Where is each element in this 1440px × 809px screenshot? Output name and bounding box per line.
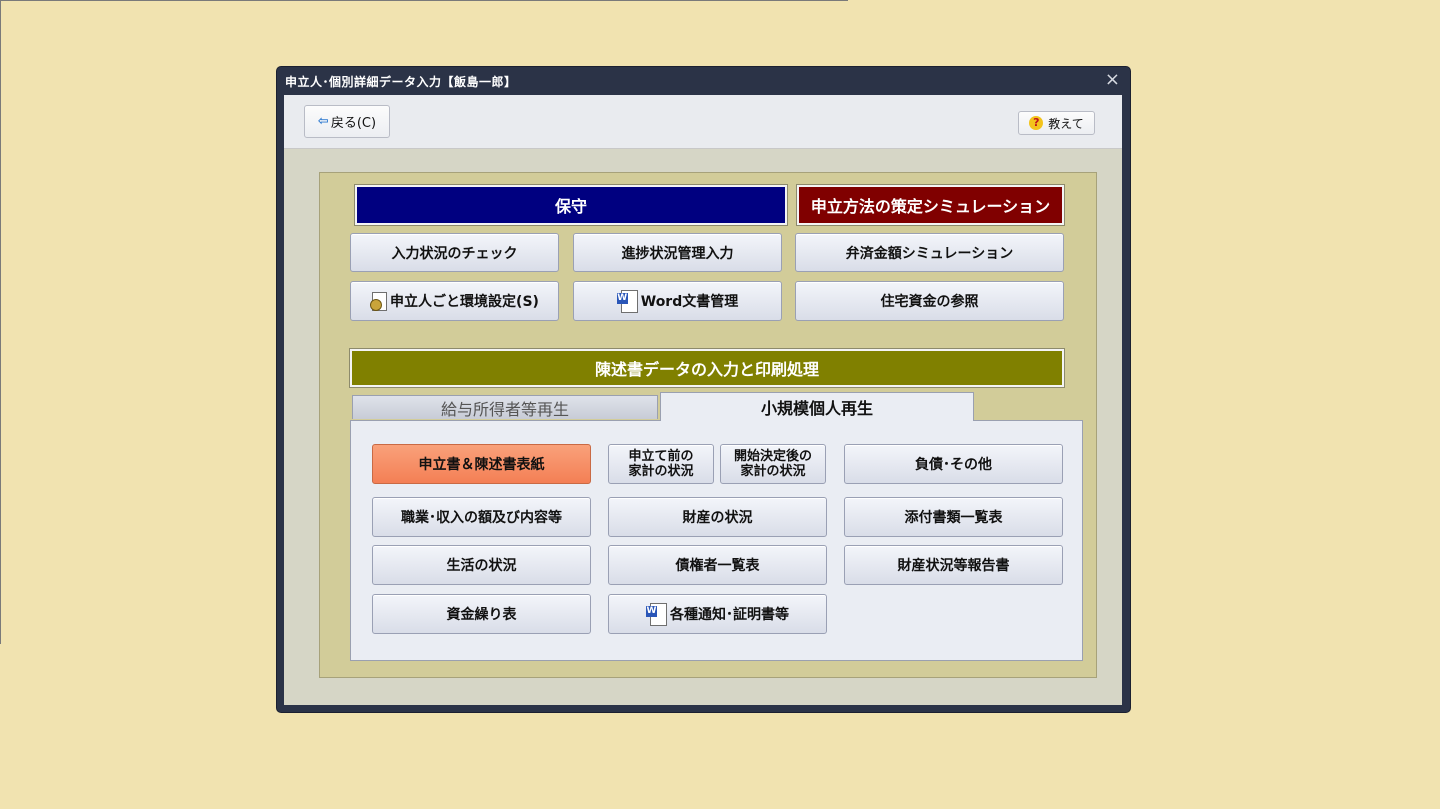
- pre-filing-household-line2: 家計の状況: [628, 464, 694, 479]
- input-check-button[interactable]: 入力状況のチェック: [350, 233, 559, 272]
- client-area: ⇦ 戻る(C) ? 教えて 保守 申立方法の策定シミュレーション 入力状況のチェ…: [284, 95, 1122, 705]
- word-doc-icon: W: [616, 290, 638, 313]
- close-icon[interactable]: ×: [1105, 69, 1120, 90]
- main-panel: 保守 申立方法の策定シミュレーション 入力状況のチェック 進捗状況管理入力 弁済…: [319, 172, 1097, 678]
- back-button[interactable]: ⇦ 戻る(C): [304, 105, 390, 138]
- debts-other-button[interactable]: 負債･その他: [844, 444, 1063, 484]
- repayment-simulation-button[interactable]: 弁済金額シミュレーション: [795, 233, 1064, 272]
- env-settings-label: 申立人ごと環境設定(S): [390, 294, 539, 310]
- post-commencement-household-line2: 家計の状況: [740, 464, 806, 479]
- tab-strip: 給与所得者等再生 小規模個人再生: [350, 392, 1050, 421]
- progress-input-button[interactable]: 進捗状況管理入力: [573, 233, 782, 272]
- question-icon: ?: [1029, 116, 1044, 130]
- assets-status-button[interactable]: 財産の状況: [608, 497, 827, 537]
- attachments-list-button[interactable]: 添付書類一覧表: [844, 497, 1063, 537]
- toolbar: ⇦ 戻る(C) ? 教えて: [284, 95, 1122, 149]
- notices-certificates-label: 各種通知･証明書等: [670, 607, 789, 623]
- word-docs-button[interactable]: W Word文書管理: [573, 281, 782, 321]
- pre-filing-household-line1: 申立て前の: [628, 449, 694, 464]
- dialog-window: 申立人･個別詳細データ入力【飯島一郎】 × ⇦ 戻る(C) ? 教えて 保守 申…: [277, 67, 1130, 712]
- tab-content: 申立書＆陳述書表紙 申立て前の 家計の状況 開始決定後の 家計の状況 負債･その…: [350, 420, 1083, 661]
- window-title: 申立人･個別詳細データ入力【飯島一郎】: [285, 75, 517, 89]
- notices-certificates-button[interactable]: W 各種通知･証明書等: [608, 594, 827, 634]
- cashflow-table-button[interactable]: 資金繰り表: [372, 594, 591, 634]
- help-button[interactable]: ? 教えて: [1018, 111, 1095, 135]
- post-commencement-household-button[interactable]: 開始決定後の 家計の状況: [720, 444, 826, 484]
- tab-small-scale-rehab[interactable]: 小規模個人再生: [660, 392, 974, 421]
- housing-fund-button[interactable]: 住宅資金の参照: [795, 281, 1064, 321]
- pre-filing-household-button[interactable]: 申立て前の 家計の状況: [608, 444, 714, 484]
- word-docs-label: Word文書管理: [640, 294, 739, 310]
- asset-report-button[interactable]: 財産状況等報告書: [844, 545, 1063, 585]
- screen-edge-top: [0, 0, 848, 1]
- screen-edge-left: [0, 0, 1, 644]
- post-commencement-household-line1: 開始決定後の: [733, 449, 812, 464]
- occupation-income-button[interactable]: 職業･収入の額及び内容等: [372, 497, 591, 537]
- tab-salaried-rehab[interactable]: 給与所得者等再生: [352, 395, 658, 419]
- cover-sheet-button[interactable]: 申立書＆陳述書表紙: [372, 444, 591, 484]
- statement-header: 陳述書データの入力と印刷処理: [349, 348, 1065, 388]
- settings-doc-icon: [370, 292, 388, 311]
- creditors-list-button[interactable]: 債権者一覧表: [608, 545, 827, 585]
- arrow-left-icon: ⇦: [317, 114, 329, 129]
- maintenance-header: 保守: [354, 184, 788, 226]
- living-status-button[interactable]: 生活の状況: [372, 545, 591, 585]
- word-doc-icon: W: [646, 603, 667, 626]
- env-settings-button[interactable]: 申立人ごと環境設定(S): [350, 281, 559, 321]
- title-bar[interactable]: 申立人･個別詳細データ入力【飯島一郎】 ×: [277, 67, 1130, 94]
- help-button-label: 教えて: [1048, 116, 1084, 131]
- simulation-header: 申立方法の策定シミュレーション: [796, 184, 1065, 226]
- back-button-label: 戻る(C): [330, 116, 377, 131]
